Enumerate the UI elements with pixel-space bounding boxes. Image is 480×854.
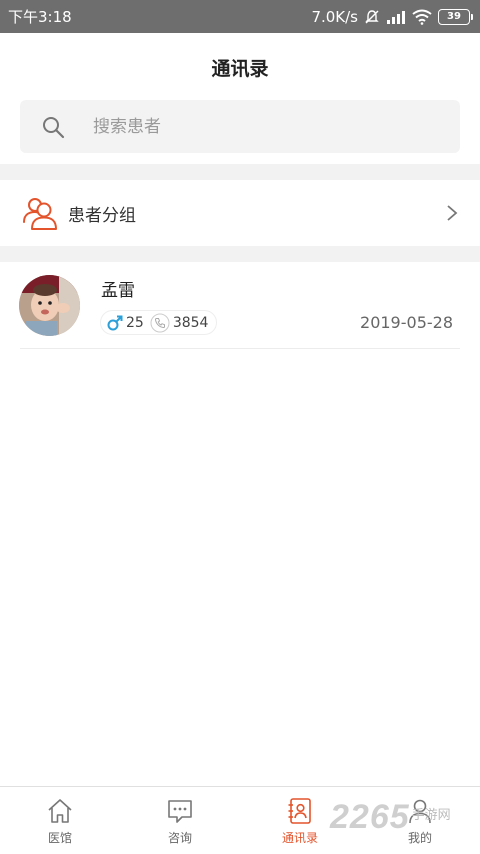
search-input[interactable]: [93, 116, 393, 137]
patient-age: 25: [126, 314, 144, 331]
patient-list-item[interactable]: 孟雷 25 3854 2019-05-28: [0, 262, 480, 350]
tab-label-clinic: 医馆: [47, 831, 72, 845]
patient-group-label: 患者分组: [68, 205, 136, 226]
tab-consult[interactable]: 咨询: [120, 787, 240, 854]
patient-phone-suffix: 3854: [172, 314, 209, 331]
gender-age-tag: 25: [107, 315, 144, 331]
tab-clinic[interactable]: 医馆: [0, 787, 120, 854]
battery-icon: 39: [438, 8, 473, 25]
status-indicators: 7.0K/s 39: [311, 7, 473, 26]
search-icon: [43, 116, 65, 138]
patient-date: 2019-05-28: [360, 313, 453, 332]
phone-tag: 3854: [150, 313, 209, 333]
tab-label-contacts: 通讯录: [281, 831, 318, 845]
watermark-text: 手游网: [411, 808, 451, 823]
battery-level: 39: [447, 11, 461, 22]
tab-label-consult: 咨询: [167, 831, 192, 845]
patient-avatar: [19, 275, 80, 336]
page-title: 通讯录: [211, 57, 269, 80]
patient-group-icon: [23, 198, 57, 230]
section-divider: [0, 164, 480, 180]
wifi-icon: [412, 9, 432, 25]
status-bar: 下午3:18 7.0K/s 39: [0, 0, 480, 33]
male-icon: [107, 315, 123, 330]
patient-info-tags: 25 3854: [100, 310, 218, 335]
watermark: 2265 手游网: [330, 798, 451, 837]
mute-alarm-icon: [365, 9, 379, 23]
phone-icon: [150, 313, 170, 332]
watermark-number: 2265: [330, 798, 410, 836]
chevron-right-icon: [447, 205, 458, 221]
search-bar[interactable]: [20, 100, 460, 153]
network-speed: 7.0K/s: [311, 7, 358, 26]
signal-icon: [387, 10, 405, 24]
patient-group-row[interactable]: 患者分组: [0, 180, 480, 246]
section-divider: [0, 246, 480, 262]
patient-name: 孟雷: [101, 281, 135, 301]
status-time: 下午3:18: [8, 8, 72, 26]
chat-icon: [168, 800, 192, 823]
home-icon: [48, 799, 72, 823]
list-divider: [20, 348, 460, 349]
contacts-icon: [288, 798, 311, 824]
